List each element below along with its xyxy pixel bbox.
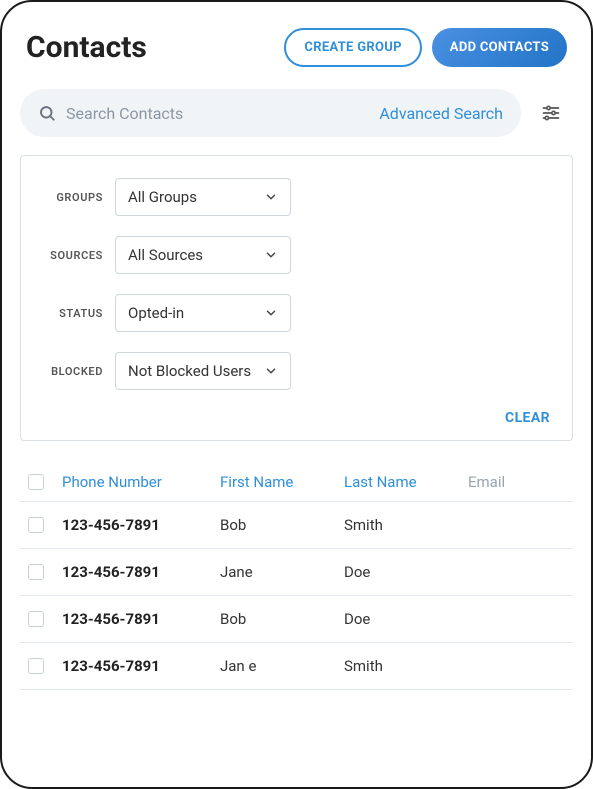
chevron-down-icon: [264, 190, 278, 204]
cell-last: Smith: [344, 657, 468, 675]
add-contacts-button[interactable]: ADD CONTACTS: [432, 28, 567, 67]
col-header-phone[interactable]: Phone Number: [62, 473, 220, 491]
cell-first: Bob: [220, 516, 344, 534]
table-row: 123-456-7891Jan eSmith: [20, 643, 573, 690]
sources-value: All Sources: [128, 246, 203, 264]
page-header: Contacts CREATE GROUP ADD CONTACTS: [20, 28, 573, 67]
table-row: 123-456-7891JaneDoe: [20, 549, 573, 596]
search-input[interactable]: [56, 104, 379, 123]
contacts-table: Phone Number First Name Last Name Email …: [20, 463, 573, 690]
search-bar: Advanced Search: [20, 89, 573, 137]
col-header-last[interactable]: Last Name: [344, 473, 468, 491]
page-title: Contacts: [26, 30, 147, 65]
clear-row: CLEAR: [43, 410, 550, 426]
sliders-icon: [541, 103, 561, 123]
row-checkbox[interactable]: [28, 564, 44, 580]
advanced-search-link[interactable]: Advanced Search: [379, 104, 503, 123]
table-header: Phone Number First Name Last Name Email: [20, 463, 573, 502]
sources-select[interactable]: All Sources: [115, 236, 291, 274]
row-checkbox[interactable]: [28, 517, 44, 533]
cell-first: Jan e: [220, 657, 344, 675]
chevron-down-icon: [264, 306, 278, 320]
cell-phone: 123-456-7891: [62, 657, 220, 675]
search-pill: Advanced Search: [20, 89, 521, 137]
select-all-checkbox[interactable]: [28, 474, 44, 490]
filter-row-groups: GROUPS All Groups: [43, 178, 550, 216]
status-select[interactable]: Opted-in: [115, 294, 291, 332]
groups-value: All Groups: [128, 188, 197, 206]
clear-filters-button[interactable]: CLEAR: [505, 410, 550, 426]
chevron-down-icon: [264, 364, 278, 378]
groups-label: GROUPS: [43, 191, 103, 204]
sources-label: SOURCES: [43, 249, 103, 262]
row-checkbox[interactable]: [28, 658, 44, 674]
cell-first: Jane: [220, 563, 344, 581]
cell-phone: 123-456-7891: [62, 516, 220, 534]
blocked-label: BLOCKED: [43, 365, 103, 378]
filter-panel: GROUPS All Groups SOURCES All Sources ST…: [20, 155, 573, 441]
filter-toggle-button[interactable]: [529, 91, 573, 135]
col-header-first[interactable]: First Name: [220, 473, 344, 491]
status-label: STATUS: [43, 307, 103, 320]
groups-select[interactable]: All Groups: [115, 178, 291, 216]
filter-row-status: STATUS Opted-in: [43, 294, 550, 332]
cell-first: Bob: [220, 610, 344, 628]
row-checkbox[interactable]: [28, 611, 44, 627]
cell-last: Doe: [344, 610, 468, 628]
cell-last: Smith: [344, 516, 468, 534]
table-row: 123-456-7891BobDoe: [20, 596, 573, 643]
chevron-down-icon: [264, 248, 278, 262]
table-body: 123-456-7891BobSmith123-456-7891JaneDoe1…: [20, 502, 573, 690]
header-actions: CREATE GROUP ADD CONTACTS: [284, 28, 567, 67]
filter-row-blocked: BLOCKED Not Blocked Users: [43, 352, 550, 390]
blocked-value: Not Blocked Users: [128, 362, 251, 380]
cell-phone: 123-456-7891: [62, 610, 220, 628]
create-group-button[interactable]: CREATE GROUP: [284, 28, 421, 67]
status-value: Opted-in: [128, 304, 184, 322]
cell-last: Doe: [344, 563, 468, 581]
table-row: 123-456-7891BobSmith: [20, 502, 573, 549]
cell-phone: 123-456-7891: [62, 563, 220, 581]
col-header-email: Email: [468, 473, 565, 491]
blocked-select[interactable]: Not Blocked Users: [115, 352, 291, 390]
search-icon: [38, 104, 56, 122]
filter-row-sources: SOURCES All Sources: [43, 236, 550, 274]
